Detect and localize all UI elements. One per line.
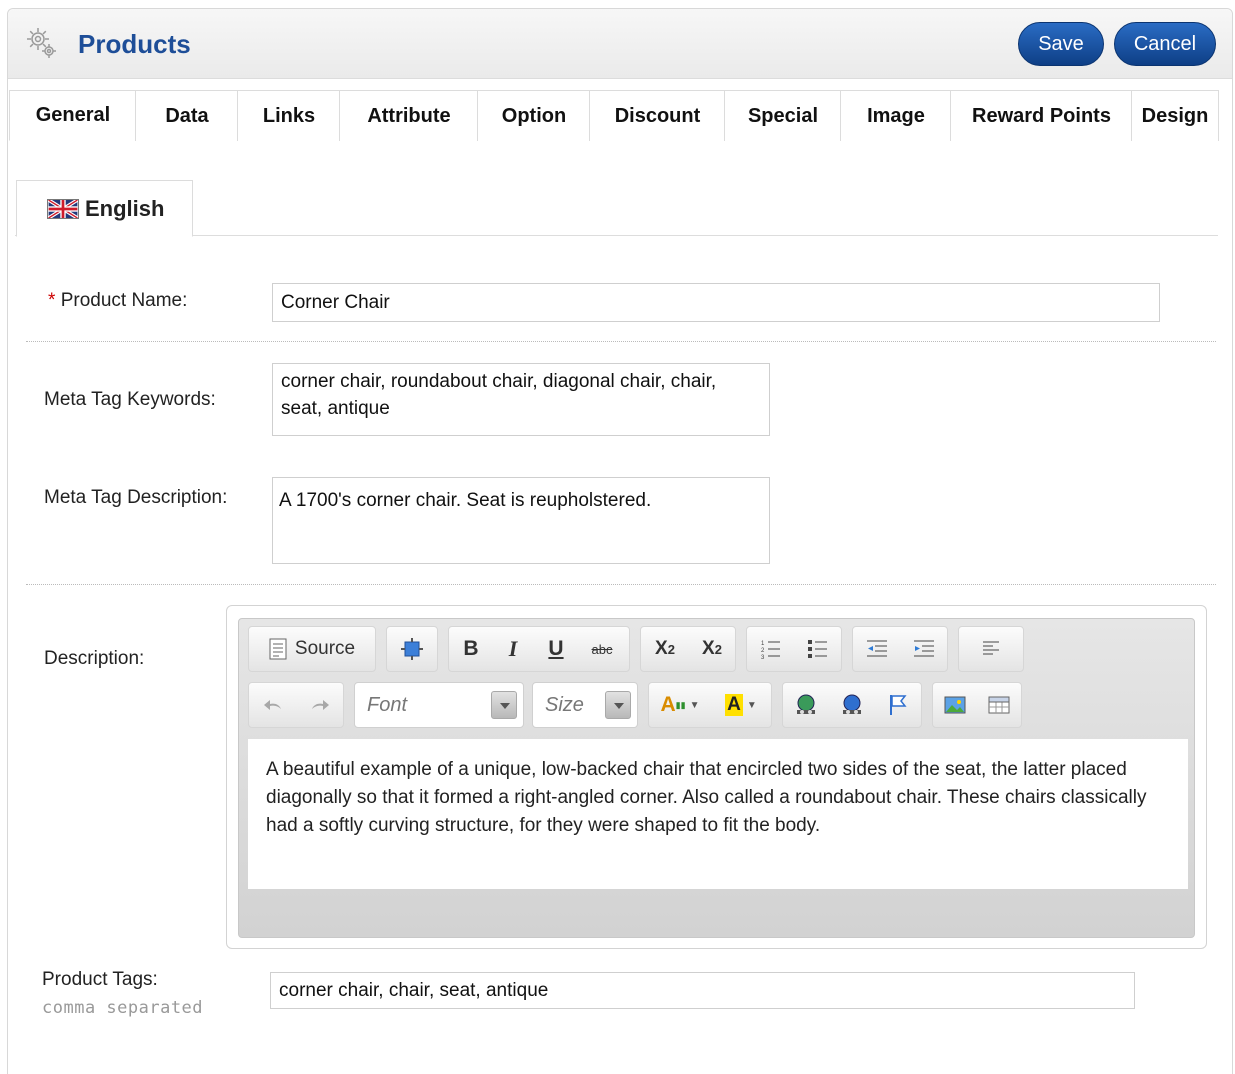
toolbar-group-scripts: X2 X2 xyxy=(640,626,736,672)
meta-description-textarea[interactable]: A 1700's corner chair. Seat is reupholst… xyxy=(272,477,770,564)
product-tags-hint: comma separated xyxy=(42,998,204,1018)
description-content-area[interactable]: A beautiful example of a unique, low-bac… xyxy=(248,739,1188,889)
superscript-icon[interactable]: X2 xyxy=(689,627,735,671)
product-tags-input[interactable] xyxy=(270,972,1135,1009)
underline-icon[interactable]: U xyxy=(533,627,579,671)
tab-attribute[interactable]: Attribute xyxy=(339,90,479,141)
redo-icon[interactable] xyxy=(297,683,343,727)
bold-icon[interactable]: B xyxy=(449,627,493,671)
strikethrough-icon[interactable]: abc xyxy=(579,627,625,671)
bulleted-list-icon[interactable] xyxy=(795,627,841,671)
toolbar-group-template xyxy=(386,626,438,672)
toolbar-group-history xyxy=(248,682,344,728)
uk-flag-icon xyxy=(47,198,79,219)
toolbar-group-basic-styles: B I U abc xyxy=(448,626,630,672)
tab-option[interactable]: Option xyxy=(477,90,591,141)
svg-text:1: 1 xyxy=(761,641,765,647)
indent-icon[interactable] xyxy=(901,627,947,671)
tab-image[interactable]: Image xyxy=(840,90,952,141)
table-icon[interactable] xyxy=(977,683,1021,727)
tab-general[interactable]: General xyxy=(9,90,137,141)
meta-keywords-textarea[interactable]: corner chair, roundabout chair, diagonal… xyxy=(272,363,770,436)
language-tab-english[interactable]: English xyxy=(16,180,193,237)
tab-links[interactable]: Links xyxy=(237,90,341,141)
size-select[interactable]: Size xyxy=(532,682,638,728)
tab-design[interactable]: Design xyxy=(1131,90,1219,141)
meta-keywords-label: Meta Tag Keywords: xyxy=(44,389,216,410)
toolbar-group-source: Source xyxy=(248,626,376,672)
divider xyxy=(26,584,1216,585)
product-name-label-text: Product Name: xyxy=(60,290,188,311)
chevron-down-icon xyxy=(605,691,631,719)
divider xyxy=(26,341,1216,342)
undo-icon[interactable] xyxy=(249,683,297,727)
language-label: English xyxy=(85,195,165,221)
background-color-icon[interactable]: A ▼ xyxy=(711,683,771,727)
toolbar-group-indent xyxy=(852,626,948,672)
anchor-flag-icon[interactable] xyxy=(875,683,921,727)
templates-icon[interactable] xyxy=(387,627,437,671)
tab-data[interactable]: Data xyxy=(135,90,239,141)
product-name-label: * Product Name: xyxy=(48,290,187,312)
toolbar-group-insert xyxy=(932,682,1022,728)
page-title: Products xyxy=(78,29,191,59)
toolbar-group-align xyxy=(958,626,1024,672)
toolbar-group-lists: 123 xyxy=(746,626,842,672)
gear-icon xyxy=(27,28,56,58)
language-tab-bar: English xyxy=(15,172,1218,237)
source-icon xyxy=(269,638,287,660)
image-icon[interactable] xyxy=(933,683,977,727)
unlink-icon[interactable] xyxy=(829,683,875,727)
svg-text:3: 3 xyxy=(761,655,765,660)
cancel-button[interactable]: Cancel xyxy=(1114,22,1216,66)
source-label: Source xyxy=(294,638,356,659)
italic-icon[interactable]: I xyxy=(493,627,533,671)
font-select-label: Font xyxy=(367,693,408,716)
description-label: Description: xyxy=(44,648,145,669)
link-icon[interactable] xyxy=(783,683,829,727)
toolbar-group-colors: A ▮▮ ▼ A ▼ xyxy=(648,682,772,728)
tab-reward-points[interactable]: Reward Points xyxy=(950,90,1133,141)
tab-discount[interactable]: Discount xyxy=(589,90,726,141)
meta-description-label: Meta Tag Description: xyxy=(44,487,228,508)
toolbar-group-links xyxy=(782,682,922,728)
product-name-input[interactable] xyxy=(272,283,1160,322)
source-button[interactable]: Source xyxy=(249,627,375,671)
product-tags-label: Product Tags: xyxy=(42,969,158,990)
tab-special[interactable]: Special xyxy=(724,90,842,141)
required-mark: * xyxy=(48,290,56,311)
chevron-down-icon xyxy=(491,691,517,719)
font-select[interactable]: Font xyxy=(354,682,524,728)
size-select-label: Size xyxy=(545,693,584,716)
tab-bar: General Data Links Attribute Option Disc… xyxy=(9,90,1219,141)
numbered-list-icon[interactable]: 123 xyxy=(747,627,795,671)
subscript-icon[interactable]: X2 xyxy=(641,627,689,671)
align-left-icon[interactable] xyxy=(959,627,1023,671)
text-color-icon[interactable]: A ▮▮ ▼ xyxy=(649,683,711,727)
outdent-icon[interactable] xyxy=(853,627,901,671)
save-button[interactable]: Save xyxy=(1018,22,1104,66)
panel-header: Products Save Cancel xyxy=(8,9,1232,79)
svg-text:2: 2 xyxy=(761,648,765,654)
